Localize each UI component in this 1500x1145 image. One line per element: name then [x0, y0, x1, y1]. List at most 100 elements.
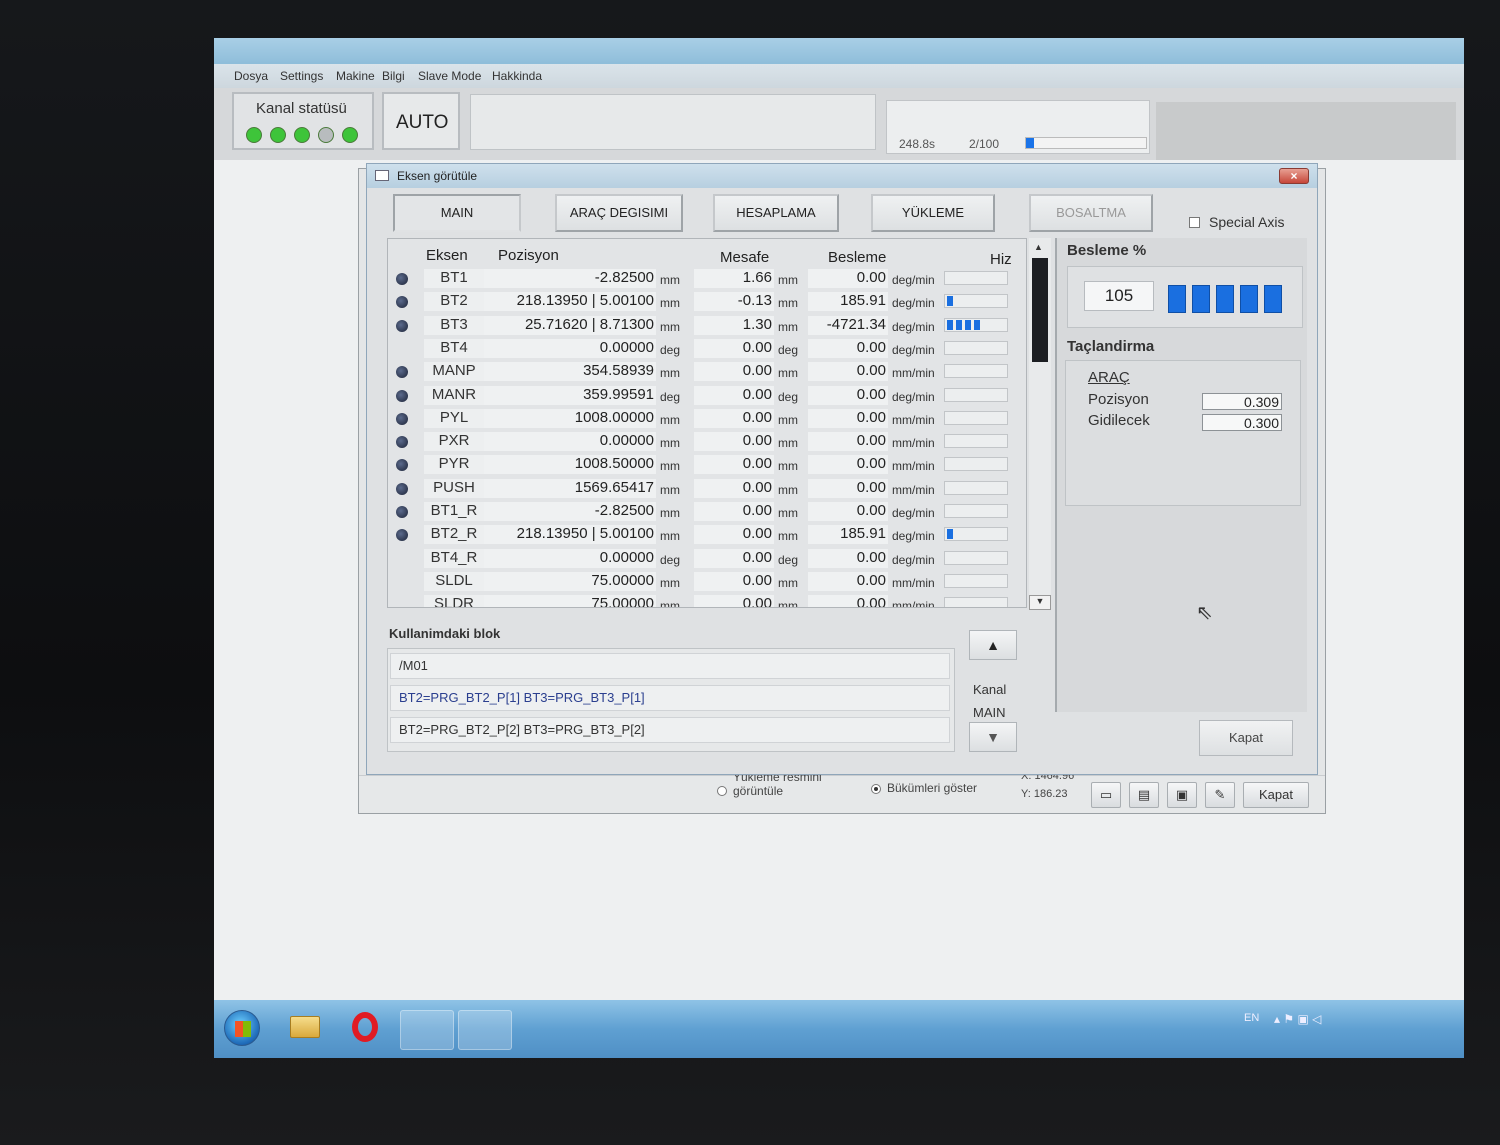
channel-led — [318, 127, 334, 143]
axis-row[interactable]: SLDL 75.00000 mm 0.00 mm 0.00 mm/min — [388, 570, 1026, 593]
dialog-close-button[interactable]: × — [1279, 168, 1309, 184]
scroll-up-arrow-icon[interactable]: ▲ — [1034, 242, 1043, 252]
axis-position: 359.99591 — [484, 385, 656, 405]
axis-row[interactable]: PXR 0.00000 mm 0.00 mm 0.00 mm/min — [388, 430, 1026, 453]
axis-hiz-bar — [944, 597, 1008, 607]
axis-hiz-bar — [944, 457, 1008, 472]
axis-position: 75.00000 — [484, 571, 656, 591]
tab-arac-degisimi[interactable]: ARAÇ DEGISIMI — [555, 194, 683, 232]
tab-main[interactable]: MAIN — [393, 194, 521, 232]
tab-bosaltma[interactable]: BOSALTMA — [1029, 194, 1153, 232]
axis-row[interactable]: BT1_R -2.82500 mm 0.00 mm 0.00 deg/min — [388, 500, 1026, 523]
app-titlebar — [214, 38, 1464, 66]
scroll-down-arrow-icon[interactable]: ▼ — [1029, 595, 1051, 610]
save-tool-button[interactable]: ▣ — [1167, 782, 1197, 808]
axis-mesafe: 0.00 — [694, 548, 774, 568]
axis-status-icon — [396, 412, 408, 425]
start-button[interactable] — [224, 1010, 260, 1046]
axis-status-icon — [396, 366, 408, 379]
kanal-up-button[interactable]: ▲ — [969, 630, 1017, 660]
kanal-status-title: Kanal statüsü — [256, 100, 347, 117]
besleme-box: 105 — [1067, 266, 1303, 328]
y-coordinate: Y: 186.23 — [1021, 788, 1068, 800]
explorer-taskbar-button[interactable] — [286, 1010, 322, 1044]
axis-position-unit: deg — [660, 552, 681, 567]
axis-mesafe-unit: mm — [778, 482, 798, 497]
yukleme-radio[interactable] — [717, 786, 727, 796]
wrench-tool-button[interactable]: ✎ — [1205, 782, 1235, 808]
axis-status-icon — [396, 389, 408, 402]
axis-position: -2.82500 — [484, 269, 656, 288]
gidilecek-field[interactable]: 0.300 — [1202, 414, 1282, 431]
header-hiz: Hiz — [990, 251, 1012, 268]
axis-position-unit: mm — [660, 296, 680, 311]
axis-row[interactable]: BT1 -2.82500 mm 1.66 mm 0.00 deg/min — [388, 267, 1026, 290]
kanal-down-button[interactable]: ▼ — [969, 722, 1017, 752]
menu-bilgi[interactable]: Bilgi — [382, 69, 405, 83]
axis-table-scrollbar[interactable]: ▲ ▼ — [1029, 238, 1051, 610]
axis-row[interactable]: PUSH 1569.65417 mm 0.00 mm 0.00 mm/min — [388, 477, 1026, 500]
menu-settings[interactable]: Settings — [280, 69, 323, 83]
axis-name: BT2_R — [424, 525, 484, 545]
besleme-segment — [1264, 285, 1282, 313]
dialog-kapat-button[interactable]: Kapat — [1199, 720, 1293, 756]
axis-mesafe-unit: mm — [778, 319, 798, 334]
axis-hiz-bar — [944, 271, 1008, 285]
menu-makine[interactable]: Makine — [336, 69, 375, 83]
language-indicator[interactable]: EN — [1244, 1012, 1259, 1024]
besleme-segment — [1168, 285, 1186, 313]
axis-row[interactable]: BT2_R 218.13950 | 5.00100 mm 0.00 mm 185.91 de… — [388, 523, 1026, 546]
menu-dosya[interactable]: Dosya — [234, 69, 268, 83]
axis-status-icon — [396, 319, 408, 332]
axis-mesafe-unit: mm — [778, 599, 798, 608]
special-axis-checkbox[interactable] — [1189, 217, 1200, 228]
tab-hesaplama[interactable]: HESAPLAMA — [713, 194, 839, 232]
axis-besleme: 185.91 — [808, 292, 888, 312]
taskbar-window-button[interactable] — [400, 1010, 454, 1050]
axis-besleme: 185.91 — [808, 525, 888, 545]
besleme-segment — [1240, 285, 1258, 313]
bukumler-radio-label: Bükümleri göster — [887, 781, 978, 795]
pozisyon-label: Pozisyon — [1088, 391, 1149, 408]
ruler-tool-button[interactable]: ▭ — [1091, 782, 1121, 808]
window-icon — [375, 170, 389, 181]
axis-row[interactable]: BT2 218.13950 | 5.00100 mm -0.13 mm 185.91 deg… — [388, 290, 1026, 313]
parent-close-button[interactable]: Kapat — [1243, 782, 1309, 808]
special-axis-label: Special Axis — [1209, 214, 1285, 230]
axis-row[interactable]: PYR 1008.50000 mm 0.00 mm 0.00 mm/min — [388, 453, 1026, 476]
axis-name: SLDR — [424, 595, 484, 607]
kanal-status-panel: Kanal statüsü — [232, 92, 374, 150]
axis-row[interactable]: PYL 1008.00000 mm 0.00 mm 0.00 mm/min — [388, 407, 1026, 430]
axis-mesafe: 0.00 — [694, 478, 774, 498]
axis-hiz-bar — [944, 317, 1008, 332]
axis-row[interactable]: MANP 354.58939 mm 0.00 mm 0.00 mm/min — [388, 360, 1026, 383]
axis-position-unit: mm — [660, 459, 680, 474]
scroll-thumb[interactable] — [1032, 258, 1048, 362]
axis-position-unit: deg — [660, 389, 681, 404]
tab-yukleme[interactable]: YÜKLEME — [871, 194, 995, 232]
arac-link[interactable]: ARAÇ — [1088, 369, 1130, 386]
tray-icons[interactable]: ▴ ⚑ ▣ ◁ — [1274, 1012, 1321, 1026]
menu-hakkinda[interactable]: Hakkinda — [492, 69, 542, 83]
taskbar-window-button[interactable] — [458, 1010, 512, 1050]
pozisyon-field[interactable]: 0.309 — [1202, 393, 1282, 410]
axis-name: PUSH — [424, 478, 484, 498]
besleme-panel: Besleme % 105 Taçlandirma ARAÇ Pozisyon … — [1055, 238, 1307, 756]
axis-row[interactable]: BT4 0.00000 deg 0.00 deg 0.00 deg/min — [388, 337, 1026, 360]
opera-taskbar-button[interactable] — [348, 1010, 384, 1046]
menu-slave-mode[interactable]: Slave Mode — [418, 69, 481, 83]
besleme-segment — [1192, 285, 1210, 313]
axis-hiz-bar — [944, 434, 1008, 449]
axis-row[interactable]: BT3 25.71620 | 8.71300 mm 1.30 mm -4721.34 deg… — [388, 314, 1026, 337]
dialog-title: Eksen görütüle — [397, 169, 478, 183]
bukumler-radio[interactable] — [871, 784, 881, 794]
axis-row[interactable]: BT4_R 0.00000 deg 0.00 deg 0.00 deg/min — [388, 547, 1026, 570]
axis-row[interactable]: SLDR 75.00000 mm 0.00 mm 0.00 mm/min — [388, 593, 1026, 608]
axis-row[interactable]: MANR 359.99591 deg 0.00 deg 0.00 deg/min — [388, 384, 1026, 407]
axis-besleme: 0.00 — [808, 269, 888, 288]
hiz-segment — [974, 319, 980, 330]
axis-position: -2.82500 — [484, 502, 656, 521]
header-eksen: Eksen — [426, 247, 468, 264]
list-tool-button[interactable]: ▤ — [1129, 782, 1159, 808]
axis-mesafe-unit: mm — [778, 436, 798, 451]
